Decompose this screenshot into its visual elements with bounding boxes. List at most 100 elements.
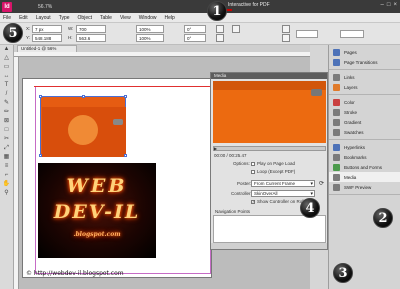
- direct-selection-tool-icon[interactable]: △: [3, 55, 11, 62]
- frame-handle[interactable]: [124, 95, 127, 98]
- poster-select[interactable]: From Current Frame: [251, 180, 315, 187]
- eyedropper-tool-icon[interactable]: ⌐: [3, 172, 11, 179]
- media-panel-footer: [211, 243, 327, 249]
- pen-tool-icon[interactable]: ✎: [3, 100, 11, 107]
- tools-panel: ▲ △ ▭ ↔ T / ✎ ✏ ⊠ □ ✂ ⤢ ▦ ≡ ⌐ ✋ ⚲: [0, 45, 14, 289]
- media-panel-title[interactable]: Media: [211, 73, 327, 79]
- dock-item-pages[interactable]: Pages: [329, 47, 400, 57]
- play-on-load-checkbox[interactable]: [251, 162, 255, 166]
- options-label: Options:: [233, 161, 250, 166]
- gap-tool-icon[interactable]: ↔: [3, 73, 11, 80]
- frame-handle[interactable]: [82, 95, 85, 98]
- menu-edit[interactable]: Edit: [19, 15, 28, 21]
- shear-field[interactable]: 0°: [184, 34, 206, 42]
- dock-item-layers[interactable]: Layers: [329, 82, 400, 92]
- menu-type[interactable]: Type: [59, 15, 70, 21]
- media-scrubber[interactable]: ▶: [213, 146, 326, 151]
- menu-file[interactable]: File: [3, 15, 11, 21]
- dock-item-hyperlinks[interactable]: Hyperlinks: [329, 142, 400, 152]
- menu-help[interactable]: Help: [165, 15, 175, 21]
- webdev-logo-image[interactable]: WEB DEV-IL .blogspot.com: [38, 163, 156, 258]
- y-position-field[interactable]: 548.188: [32, 34, 62, 42]
- logo-text-dev-il: DEV-IL: [53, 201, 141, 223]
- dock-item-stroke[interactable]: Stroke: [329, 107, 400, 117]
- media-preview: [213, 81, 326, 143]
- layers-icon: [333, 83, 340, 91]
- close-icon[interactable]: ×: [393, 2, 397, 8]
- dock-item-swf-preview[interactable]: SWF Preview: [329, 182, 400, 192]
- pages-icon: [333, 48, 340, 56]
- free-transform-tool-icon[interactable]: ⤢: [3, 145, 11, 152]
- rotation-field[interactable]: 0°: [184, 25, 206, 33]
- select-container-icon[interactable]: [232, 25, 240, 33]
- document-tab[interactable]: Untitled-1 @ 56%: [17, 45, 77, 52]
- controller-select[interactable]: SkinOverAll: [251, 190, 315, 197]
- dock-item-links[interactable]: Links: [329, 72, 400, 82]
- type-tool-icon[interactable]: T: [3, 82, 11, 89]
- horizontal-ruler[interactable]: [14, 52, 310, 57]
- hand-tool-icon[interactable]: ✋: [3, 181, 11, 188]
- refresh-icon[interactable]: ⟳: [319, 180, 324, 187]
- dock-item-swatches[interactable]: Swatches: [329, 127, 400, 137]
- menu-view[interactable]: View: [120, 15, 131, 21]
- note-tool-icon[interactable]: ≡: [3, 163, 11, 170]
- width-field[interactable]: 700: [76, 25, 106, 33]
- flip-horizontal-icon[interactable]: [216, 25, 224, 33]
- annotation-badge-2: 2: [373, 208, 393, 228]
- menu-layout[interactable]: Layout: [36, 15, 51, 21]
- maximize-icon[interactable]: □: [387, 2, 391, 8]
- opacity-field[interactable]: [340, 30, 364, 38]
- x-position-field[interactable]: 7 px: [32, 25, 62, 33]
- menu-object[interactable]: Object: [78, 15, 92, 21]
- hyperlinks-icon: [333, 143, 340, 151]
- dock-item-bookmarks[interactable]: Bookmarks: [329, 152, 400, 162]
- workspace-switcher[interactable]: Interactive for PDF: [228, 2, 270, 8]
- dock-group-links: Links Layers: [329, 70, 400, 95]
- vertical-ruler[interactable]: [14, 57, 19, 289]
- frame-handle[interactable]: [39, 95, 42, 98]
- dock-item-gradient[interactable]: Gradient: [329, 117, 400, 127]
- dock-group-pages: Pages Page Transitions: [329, 45, 400, 70]
- gradient-tool-icon[interactable]: ▦: [3, 154, 11, 161]
- selection-tool-icon[interactable]: ▲: [3, 46, 11, 53]
- fill-swatch-icon[interactable]: [282, 25, 290, 33]
- dock-item-page-transitions[interactable]: Page Transitions: [329, 57, 400, 67]
- dock-group-interactive: Hyperlinks Bookmarks Buttons and Forms M…: [329, 140, 400, 195]
- menu-bar: File Edit Layout Type Object Table View …: [0, 13, 400, 23]
- play-icon[interactable]: ▶: [214, 147, 220, 151]
- line-tool-icon[interactable]: /: [3, 91, 11, 98]
- height-field[interactable]: 563.6: [76, 34, 106, 42]
- loop-checkbox[interactable]: [251, 170, 255, 174]
- dock-item-color[interactable]: Color: [329, 97, 400, 107]
- frame-handle[interactable]: [39, 154, 42, 157]
- window-controls: – □ ×: [381, 2, 397, 8]
- page-tool-icon[interactable]: ▭: [3, 64, 11, 71]
- dock-item-buttons-forms[interactable]: Buttons and Forms: [329, 162, 400, 172]
- dock-item-media[interactable]: Media: [329, 172, 400, 182]
- ruler-guide[interactable]: [34, 86, 210, 87]
- stroke-weight-field[interactable]: [296, 30, 318, 38]
- flip-vertical-icon[interactable]: [216, 34, 224, 42]
- navigation-points-label: Navigation Points: [215, 209, 251, 214]
- scale-x-field[interactable]: 100%: [136, 25, 164, 33]
- rectangle-tool-icon[interactable]: □: [3, 127, 11, 134]
- frame-handle[interactable]: [124, 154, 127, 157]
- zoom-tool-icon[interactable]: ⚲: [3, 190, 11, 197]
- panel-dock: Pages Page Transitions Links Layers Colo…: [328, 45, 400, 289]
- stroke-swatch-icon[interactable]: [282, 34, 290, 42]
- annotation-badge-1: 1: [207, 1, 227, 21]
- scissors-tool-icon[interactable]: ✂: [3, 136, 11, 143]
- logo-text-blogspot: .blogspot.com: [73, 231, 121, 238]
- navigation-points-list[interactable]: [213, 215, 326, 243]
- menu-table[interactable]: Table: [100, 15, 112, 21]
- minimize-icon[interactable]: –: [381, 2, 384, 8]
- rectangle-frame-tool-icon[interactable]: ⊠: [3, 118, 11, 125]
- menu-window[interactable]: Window: [139, 15, 157, 21]
- swf-preview-icon: [333, 183, 340, 191]
- show-controller-checkbox[interactable]: [251, 199, 255, 204]
- scale-y-field[interactable]: 100%: [136, 34, 164, 42]
- zoom-level[interactable]: 56.7%: [38, 4, 52, 10]
- video-frame[interactable]: [39, 95, 127, 157]
- annotation-badge-4: 4: [300, 198, 320, 218]
- pencil-tool-icon[interactable]: ✏: [3, 109, 11, 116]
